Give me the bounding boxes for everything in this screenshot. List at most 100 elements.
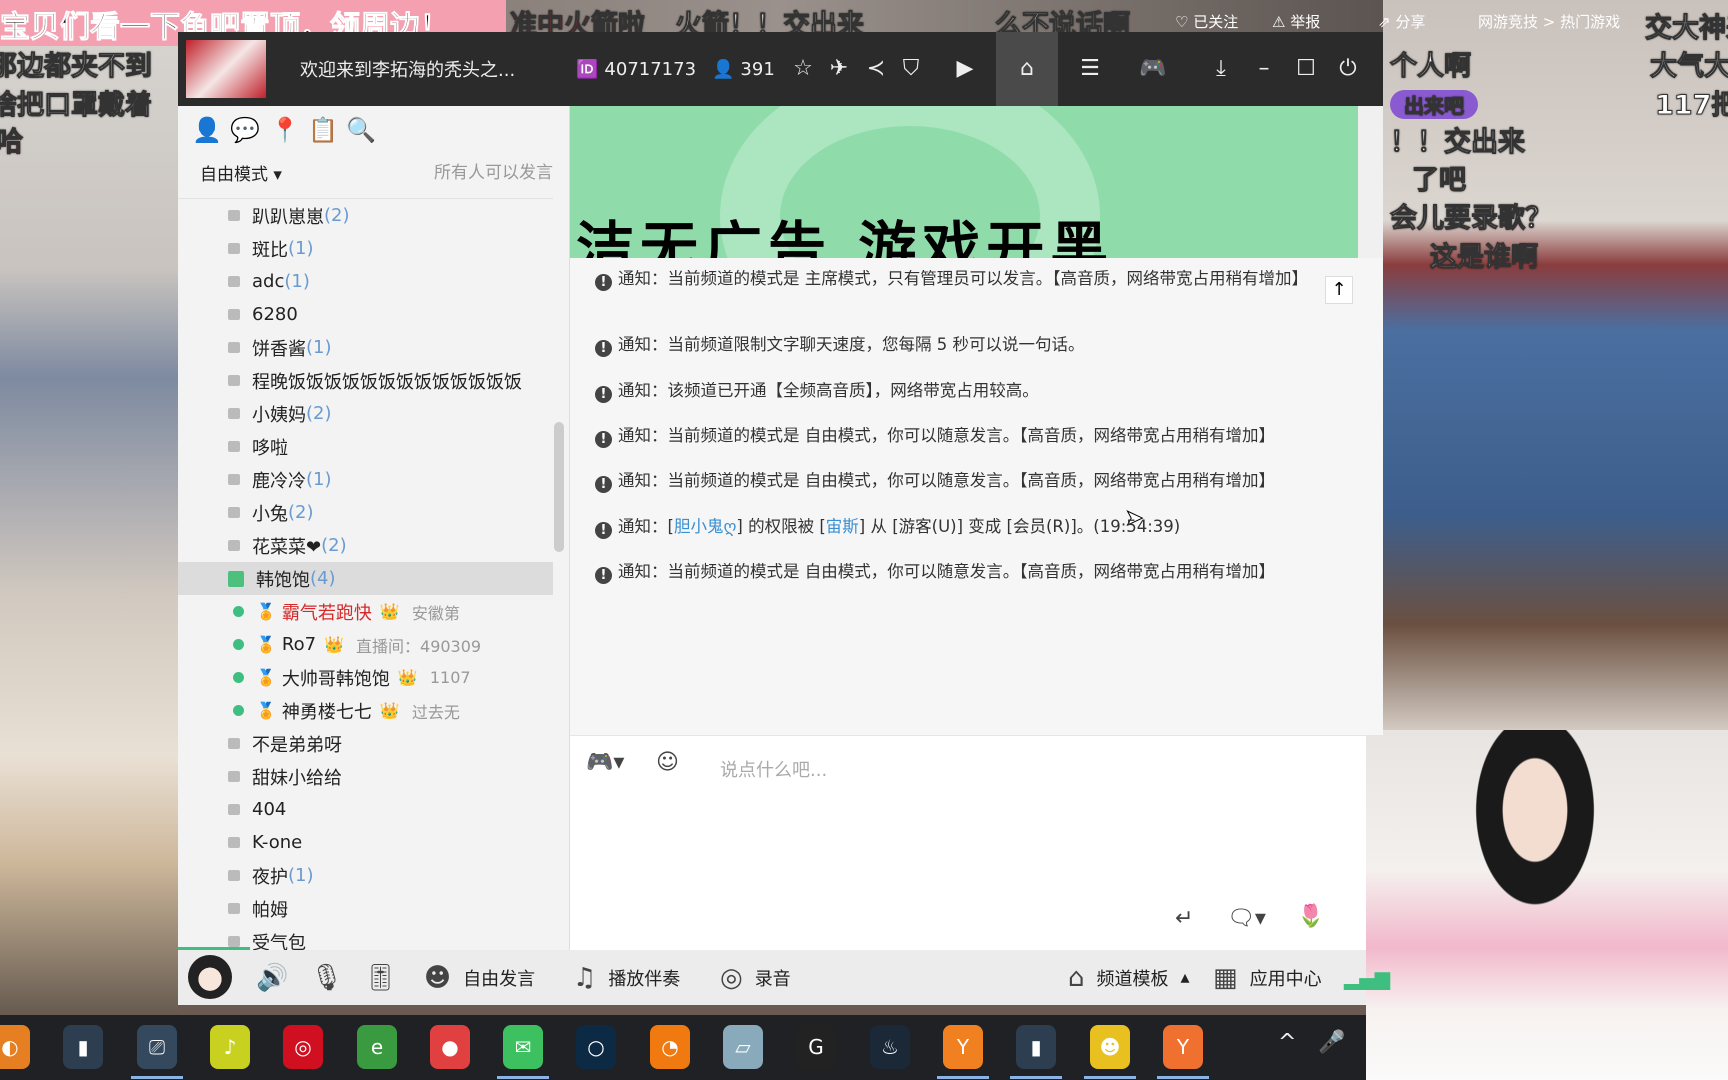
- channel-item[interactable]: 程晚饭饭饭饭饭饭饭饭饭饭饭饭饭: [178, 364, 553, 397]
- mic-icon[interactable]: 🎙: [310, 963, 343, 993]
- sidebar-scrollbar[interactable]: [554, 422, 564, 552]
- admin-link[interactable]: 宙斯: [826, 517, 859, 536]
- lock-icon: [228, 408, 240, 419]
- lock-icon: [228, 243, 240, 254]
- translate-icon[interactable]: ☺: [656, 750, 679, 775]
- channel-item[interactable]: 甜妹小给给: [178, 760, 553, 793]
- yy-icon-2[interactable]: Y: [1157, 1025, 1209, 1079]
- share-link[interactable]: ⇗ 分享: [1378, 11, 1425, 32]
- app-icon[interactable]: ◐: [0, 1025, 30, 1069]
- display-icon[interactable]: ▮: [63, 1025, 103, 1069]
- download-icon[interactable]: ⤓: [1206, 54, 1236, 84]
- channel-item[interactable]: 帕姆: [178, 892, 553, 925]
- mode-label: 自由模式: [200, 165, 268, 185]
- wechat-icon[interactable]: ✉: [497, 1025, 549, 1079]
- banner-scrollbar[interactable]: [1358, 106, 1383, 258]
- share-icon[interactable]: ≺: [861, 54, 891, 84]
- mode-dropdown[interactable]: 自由模式 ▾: [200, 160, 282, 185]
- record-button[interactable]: ◎ 录音: [720, 950, 791, 1005]
- flower-icon[interactable]: 🌷: [1297, 904, 1324, 929]
- g-app-icon[interactable]: G: [796, 1025, 836, 1069]
- report-button[interactable]: ⚠ 举报: [1272, 11, 1320, 32]
- enter-icon[interactable]: ↵: [1175, 906, 1193, 931]
- channel-item[interactable]: 饼香酱 (1): [178, 331, 553, 364]
- qq-music-icon[interactable]: ♪: [210, 1025, 250, 1069]
- channel-item[interactable]: 鹿冷冷 (1): [178, 463, 553, 496]
- notice-text: 的权限被: [748, 517, 815, 536]
- channel-item[interactable]: 趴趴崽崽 (2): [178, 199, 553, 232]
- lock-icon: [228, 804, 240, 815]
- channel-item[interactable]: 夜护 (1): [178, 859, 553, 892]
- breadcrumb-subcategory[interactable]: 热门游戏: [1560, 13, 1620, 31]
- channel-item[interactable]: adc (1): [178, 265, 553, 298]
- list-icon[interactable]: ☰: [1075, 54, 1105, 84]
- notes-icon[interactable]: ▱: [723, 1025, 763, 1069]
- user-icon[interactable]: 👤: [192, 116, 222, 144]
- channel-name: 饼香酱: [252, 338, 306, 360]
- plane-icon[interactable]: ✈: [824, 54, 854, 84]
- netease-music-icon[interactable]: ◎: [283, 1025, 323, 1069]
- chat-input[interactable]: 说点什么吧...: [720, 756, 827, 782]
- angry-bird-icon[interactable]: ●: [430, 1025, 470, 1069]
- gamepad-icon[interactable]: 🎮: [1138, 54, 1168, 84]
- online-dot: [233, 672, 244, 683]
- channel-item-selected[interactable]: 韩饱饱 (4): [178, 562, 553, 595]
- channel-item[interactable]: 小姨妈 (2): [178, 397, 553, 430]
- avatar[interactable]: [188, 955, 232, 999]
- circle-app-icon[interactable]: ○: [576, 1025, 616, 1069]
- notice-prefix: 通知：: [618, 471, 668, 490]
- gamepad-emoji-icon[interactable]: 🎮▾: [586, 750, 624, 775]
- channel-item[interactable]: 6280: [178, 298, 553, 331]
- member-name: Ro7: [281, 634, 317, 655]
- home-tab[interactable]: ⌂: [996, 32, 1058, 106]
- video-icon[interactable]: ▶: [950, 54, 980, 84]
- steam-icon[interactable]: ♨: [870, 1025, 910, 1069]
- channel-item[interactable]: 花菜菜❤ (2): [178, 529, 553, 562]
- tray-mic-icon[interactable]: 🎤: [1318, 1030, 1345, 1055]
- channel-item[interactable]: K-one: [178, 826, 553, 859]
- display-icon-2[interactable]: ▮: [1010, 1025, 1062, 1079]
- maximize-icon[interactable]: ☐: [1291, 54, 1321, 84]
- speech-bubble-icon[interactable]: 🗨▾: [1227, 906, 1266, 931]
- channel-item[interactable]: 斑比 (1): [178, 232, 553, 265]
- board-icon[interactable]: 📋: [308, 116, 338, 144]
- channel-item[interactable]: 小兔 (2): [178, 496, 553, 529]
- channel-item[interactable]: 哆啦: [178, 430, 553, 463]
- music-icon: ♫: [573, 962, 597, 993]
- danmaku-text: 哈: [0, 127, 24, 159]
- orange-app-icon[interactable]: ◔: [650, 1025, 690, 1069]
- channel-name: 不是弟弟呀: [252, 734, 342, 756]
- member-item[interactable]: 🏅 Ro7 👑 直播间：490309: [178, 628, 553, 661]
- chevron-up-icon: ▴: [1180, 967, 1190, 988]
- browser-icon[interactable]: e: [357, 1025, 397, 1069]
- tray-chevron-icon[interactable]: ^: [1278, 1030, 1296, 1055]
- minimize-icon[interactable]: –: [1249, 54, 1279, 84]
- yy-cat-icon[interactable]: ☻: [1084, 1025, 1136, 1079]
- member-item[interactable]: 🏅 大帅哥韩饱饱 👑 1107: [178, 661, 553, 694]
- shield-icon[interactable]: ⛉: [896, 54, 926, 84]
- free-speak-button[interactable]: ☻ 自由发言: [424, 950, 535, 1005]
- member-item[interactable]: 🏅 神勇楼七七 👑 过去无: [178, 694, 553, 727]
- breadcrumb-category[interactable]: 网游竞技: [1478, 13, 1538, 31]
- search-icon[interactable]: 🔍: [346, 116, 376, 144]
- location-icon[interactable]: 📍: [270, 116, 300, 144]
- mixer-icon[interactable]: 🎚: [364, 963, 397, 993]
- cast-icon[interactable]: ⎚: [131, 1025, 183, 1079]
- lock-icon: [228, 309, 240, 320]
- follow-button[interactable]: ♡ 已关注: [1175, 11, 1238, 32]
- chat-icon[interactable]: 💬: [230, 116, 260, 144]
- app-center-button[interactable]: ▦ 应用中心: [1213, 950, 1322, 1005]
- notice-message: ! 通知：当前频道的模式是 自由模式，你可以随意发言。【高音质，网络带宽占用稍有增…: [595, 559, 1355, 584]
- template-button[interactable]: ⌂ 频道模板 ▴: [1068, 950, 1190, 1005]
- power-icon[interactable]: ⏻: [1333, 54, 1363, 84]
- danmaku-text: 了吧: [1412, 165, 1467, 197]
- channel-item[interactable]: 不是弟弟呀: [178, 727, 553, 760]
- play-music-button[interactable]: ♫ 播放伴奏: [573, 950, 680, 1005]
- channel-count: (1): [306, 469, 332, 490]
- speaker-icon[interactable]: 🔊: [256, 963, 288, 993]
- yy-icon[interactable]: Y: [937, 1025, 989, 1079]
- channel-item[interactable]: 404: [178, 793, 553, 826]
- star-icon[interactable]: ☆: [788, 54, 818, 84]
- member-item[interactable]: 🏅 霸气若跑快 👑 安徽第: [178, 595, 553, 628]
- user-link[interactable]: 胆小鬼ღ: [674, 517, 736, 536]
